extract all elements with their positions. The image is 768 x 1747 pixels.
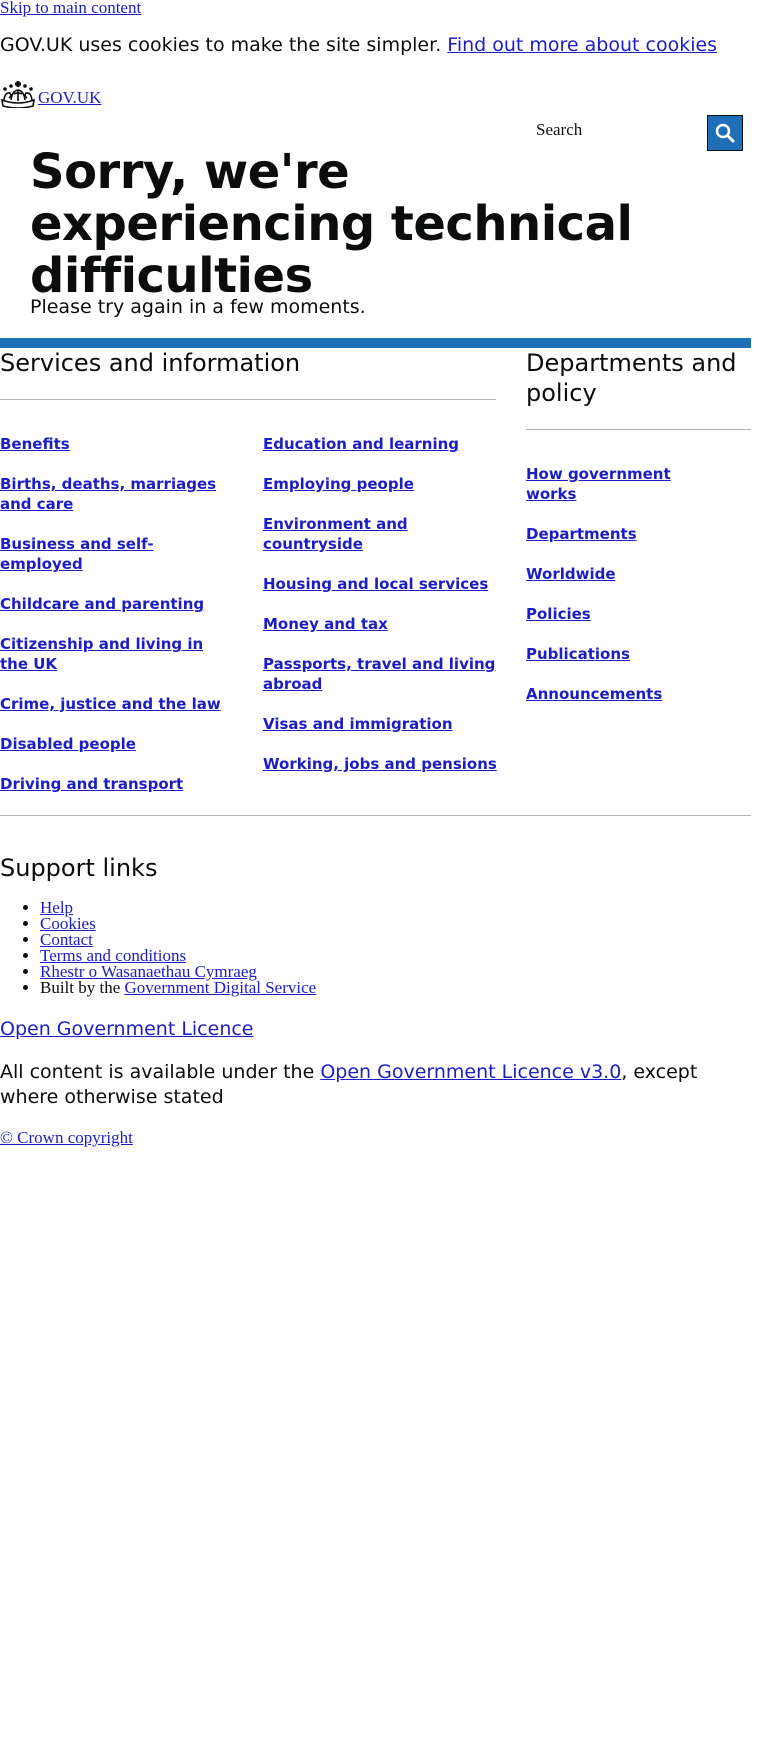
list-item: Working, jobs and pensions [263,754,499,774]
services-link[interactable]: Citizenship and living in the UK [0,634,236,674]
services-heading: Services and information [0,349,301,377]
cookie-banner: GOV.UK uses cookies to make the site sim… [0,34,717,56]
list-item: Benefits [0,434,236,454]
licence-text-before: All content is available under the [0,1061,315,1083]
list-item: Policies [526,604,676,624]
departments-link[interactable]: Announcements [526,684,662,704]
departments-link[interactable]: Worldwide [526,564,616,584]
services-divider [0,399,496,400]
ogl-logo-link[interactable]: Open Government Licence [0,1018,254,1040]
support-links-list: Help Cookies Contact Terms and condition… [0,899,317,997]
list-item: Driving and transport [0,774,236,794]
departments-link[interactable]: How government works [526,464,676,504]
services-link[interactable]: Housing and local services [263,574,488,594]
services-link[interactable]: Births, deaths, marriages and care [0,474,236,514]
list-item: How government works [526,464,676,504]
list-item: Births, deaths, marriages and care [0,474,236,514]
services-link[interactable]: Benefits [0,434,70,454]
departments-heading: Departments and policy [526,349,737,407]
support-links-heading: Support links [0,854,158,882]
list-item: Publications [526,644,676,664]
departments-list: How government works Departments Worldwi… [526,464,676,724]
list-item: Crime, justice and the law [0,694,236,714]
page-title: Sorry, we're experiencing technical diff… [30,144,633,304]
services-link[interactable]: Working, jobs and pensions [263,754,497,774]
search-label: Search [536,120,583,139]
footer-top-bar [0,338,751,348]
list-item: Education and learning [263,434,499,454]
built-by-text: Built by the [40,978,121,997]
list-item: Disabled people [0,734,236,754]
cookie-info-link[interactable]: Find out more about cookies [447,34,717,56]
departments-link[interactable]: Publications [526,644,630,664]
services-link[interactable]: Driving and transport [0,774,183,794]
skip-to-main-content-link[interactable]: Skip to main content [0,0,141,18]
gds-link[interactable]: Government Digital Service [125,978,317,997]
services-link[interactable]: Disabled people [0,734,136,754]
list-item: Announcements [526,684,676,704]
list-item: Housing and local services [263,574,499,594]
departments-link[interactable]: Departments [526,524,637,544]
services-link[interactable]: Employing people [263,474,414,494]
services-link[interactable]: Business and self-employed [0,534,236,574]
services-link[interactable]: Money and tax [263,614,388,634]
search-button[interactable] [707,115,743,151]
govuk-logo-link[interactable]: GOV.UK [0,80,101,108]
list-item: Passports, travel and living abroad [263,654,499,694]
services-link[interactable]: Crime, justice and the law [0,694,221,714]
list-item: Worldwide [526,564,676,584]
list-item: Environment and countryside [263,514,499,554]
services-link[interactable]: Passports, travel and living abroad [263,654,499,694]
list-item: Citizenship and living in the UK [0,634,236,674]
govuk-logo-text: GOV.UK [38,88,102,107]
cookie-banner-text: GOV.UK uses cookies to make the site sim… [0,34,442,56]
list-item: Money and tax [263,614,499,634]
list-item: Built by the Government Digital Service [40,978,317,997]
list-item: Visas and immigration [263,714,499,734]
crown-copyright-link[interactable]: © Crown copyright [0,1128,133,1148]
licence-statement: All content is available under the Open … [0,1060,751,1110]
services-link[interactable]: Environment and countryside [263,514,499,554]
list-item: Departments [526,524,676,544]
list-item: Childcare and parenting [0,594,236,614]
services-link[interactable]: Visas and immigration [263,714,453,734]
search-icon [715,123,735,143]
crown-icon [0,81,36,108]
ogl-v3-link[interactable]: Open Government Licence v3.0 [320,1061,621,1083]
services-list-col1: Benefits Births, deaths, marriages and c… [0,434,236,814]
departments-link[interactable]: Policies [526,604,591,624]
footer-divider [0,815,751,816]
departments-divider [526,429,751,430]
error-message: Please try again in a few moments. [30,296,366,318]
list-item: Business and self-employed [0,534,236,574]
services-link[interactable]: Childcare and parenting [0,594,204,614]
services-link[interactable]: Education and learning [263,434,459,454]
services-list-col2: Education and learning Employing people … [263,434,499,794]
list-item: Employing people [263,474,499,494]
